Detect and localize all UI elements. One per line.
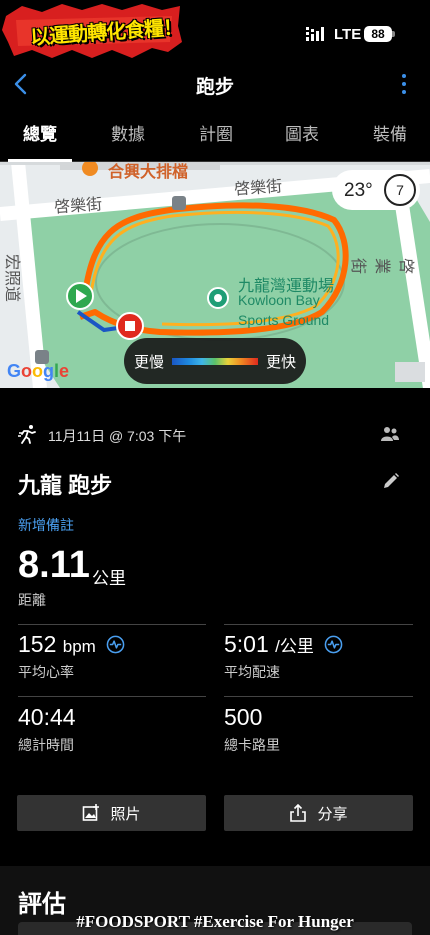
divider bbox=[18, 696, 206, 697]
total-time-value: 40:44 bbox=[18, 704, 76, 730]
map-poi-restaurant: 合興大排檔 bbox=[108, 164, 189, 181]
people-icon[interactable] bbox=[380, 426, 400, 442]
photos-button-label: 照片 bbox=[110, 805, 141, 823]
heart-rate-zone-icon[interactable] bbox=[106, 635, 125, 654]
tab-bar: 總覽 數據 計圈 圖表 裝備 bbox=[0, 106, 430, 162]
avg-hr-label: 平均心率 bbox=[18, 664, 74, 680]
avg-pace-value: 5:01 bbox=[224, 631, 269, 657]
activity-overview: 11月11日 @ 7:03 下午 九龍 跑步 新增備註 8.11 公里 距離 1… bbox=[0, 388, 430, 866]
wind-icon: 7 bbox=[384, 174, 416, 206]
avg-hr-value: 152 bbox=[18, 631, 57, 657]
divider bbox=[224, 624, 413, 625]
status-bar: 以運動轉化食糧！ LTE 88 bbox=[0, 0, 430, 62]
street-label-2: 啓樂街 bbox=[233, 178, 283, 199]
calories-label: 總卡路里 bbox=[224, 737, 280, 753]
distance-value: 8.11 bbox=[18, 544, 90, 586]
tab-gear[interactable]: 裝備 bbox=[358, 106, 422, 162]
tab-laps[interactable]: 計圈 bbox=[184, 106, 248, 162]
divider bbox=[224, 696, 413, 697]
avg-pace-label: 平均配速 bbox=[224, 664, 280, 680]
tab-stats[interactable]: 數據 bbox=[96, 106, 160, 162]
share-button-label: 分享 bbox=[317, 805, 348, 823]
avg-hr-unit: bpm bbox=[62, 637, 96, 656]
speed-gradient-bar bbox=[172, 358, 258, 365]
avg-pace-stat: 5:01 /公里 平均配速 bbox=[224, 631, 343, 682]
poi-name-en-2: Sports Ground bbox=[238, 312, 330, 328]
weather-temperature: 23° bbox=[344, 180, 373, 201]
total-time-label: 總計時間 bbox=[18, 737, 74, 753]
avg-heart-rate-stat: 152 bpm 平均心率 bbox=[18, 631, 125, 682]
tab-charts[interactable]: 圖表 bbox=[270, 106, 334, 162]
street-label-4: 啓業街 bbox=[349, 258, 414, 275]
weather-widget[interactable]: 23° 7 bbox=[332, 170, 420, 210]
street-label-3: 宏照道 bbox=[3, 254, 20, 303]
poi-name-en-1: Kowloon Bay bbox=[238, 292, 320, 308]
header: 跑步 bbox=[0, 62, 430, 106]
pace-zone-icon[interactable] bbox=[324, 635, 343, 654]
speed-legend: 更慢 更快 bbox=[124, 338, 306, 384]
activity-name: 九龍 跑步 bbox=[18, 473, 113, 498]
calories-value: 500 bbox=[224, 704, 263, 730]
add-note-link[interactable]: 新增備註 bbox=[18, 515, 74, 535]
watermark-text: #FOODSPORT #Exercise For Hunger bbox=[76, 912, 354, 931]
distance-unit: 公里 bbox=[92, 569, 126, 588]
share-button[interactable]: 分享 bbox=[224, 795, 413, 831]
page-title: 跑步 bbox=[195, 77, 234, 98]
google-logo: Google bbox=[7, 361, 70, 381]
network-type: LTE bbox=[334, 26, 362, 43]
tab-overview[interactable]: 總覽 bbox=[8, 106, 72, 162]
distance-label: 距離 bbox=[18, 592, 46, 608]
signal-icon bbox=[306, 27, 324, 41]
route-map[interactable]: 合興大排檔 啓樂街 啓樂街 宏照道 啓業街 九龍灣運動場 Kowloon Bay… bbox=[0, 162, 430, 388]
activity-date: 11月11日 @ 7:03 下午 bbox=[48, 428, 187, 444]
running-icon bbox=[18, 425, 36, 444]
share-icon bbox=[290, 804, 307, 822]
legend-slow-label: 更慢 bbox=[134, 354, 165, 371]
edit-pencil-icon[interactable] bbox=[382, 472, 400, 490]
total-time-stat: 40:44 總計時間 bbox=[18, 704, 76, 755]
divider bbox=[18, 624, 206, 625]
avg-pace-unit: /公里 bbox=[275, 637, 314, 656]
legend-fast-label: 更快 bbox=[265, 354, 296, 371]
battery-tip bbox=[392, 31, 395, 37]
more-options-icon[interactable] bbox=[400, 72, 408, 96]
add-photo-icon bbox=[83, 804, 100, 821]
street-label-1: 啓樂街 bbox=[53, 196, 103, 217]
calories-stat: 500 總卡路里 bbox=[224, 704, 280, 755]
photos-button[interactable]: 照片 bbox=[17, 795, 206, 831]
battery-icon: 88 bbox=[364, 26, 392, 42]
